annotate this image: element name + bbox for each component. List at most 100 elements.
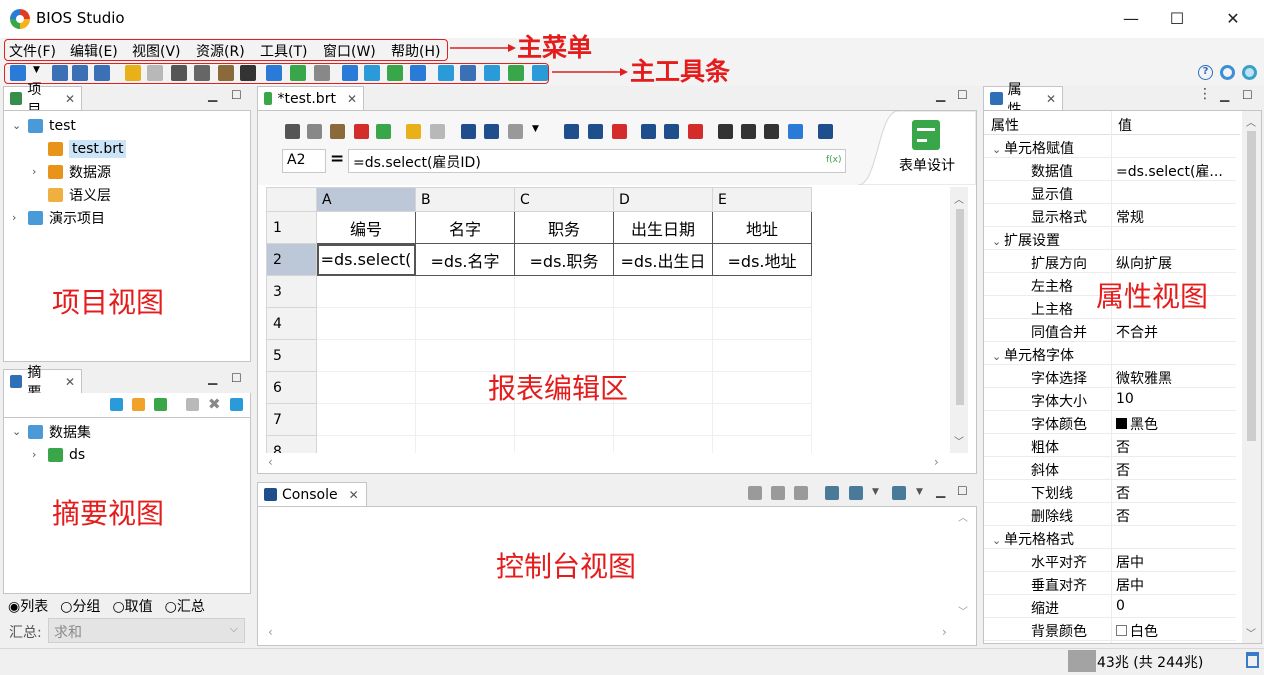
radio-value[interactable]: ○取值 — [112, 596, 152, 616]
col-right-icon[interactable] — [664, 124, 679, 139]
row-header[interactable]: 3 — [266, 275, 317, 308]
perspective-icon[interactable] — [1220, 65, 1235, 80]
border-dropdown-icon[interactable]: ▼ — [532, 124, 547, 139]
grid-cell[interactable] — [415, 403, 515, 436]
property-row[interactable]: 扩展方向 纵向扩展 — [984, 250, 1236, 273]
chevron-right-icon[interactable]: › — [942, 625, 947, 639]
tree-item[interactable]: test.brt — [4, 137, 250, 160]
chevron-up-icon[interactable]: ︿ — [954, 191, 964, 206]
grid-cell[interactable] — [415, 275, 515, 308]
tab-properties[interactable]: 属性 ✕ — [983, 82, 1063, 118]
chevron-left-icon[interactable]: ‹ — [268, 625, 273, 639]
grid-cell[interactable] — [514, 275, 614, 308]
aggregate-select[interactable]: 求和 ⌵ — [48, 618, 245, 643]
edit-icon[interactable] — [186, 398, 199, 411]
chevron-down-icon[interactable]: ⌄ — [12, 119, 24, 132]
grid-cell[interactable]: 职务 — [514, 211, 614, 244]
copy-icon[interactable] — [307, 124, 322, 139]
cell-ref-box[interactable]: A2 — [282, 149, 326, 173]
column-header[interactable]: A — [316, 187, 416, 212]
property-row[interactable]: 垂直对齐 居中 — [984, 572, 1236, 595]
minimize-button[interactable]: — — [1108, 4, 1154, 32]
clear-console-icon[interactable] — [748, 486, 762, 500]
grid-cell[interactable]: 地址 — [712, 211, 812, 244]
redo-icon[interactable] — [430, 124, 445, 139]
chart-icon[interactable] — [818, 124, 833, 139]
align-left-icon[interactable] — [718, 124, 733, 139]
minimize-icon[interactable]: ▁ — [936, 484, 945, 498]
chevron-right-icon[interactable]: › — [12, 211, 24, 224]
refresh-icon[interactable] — [230, 398, 243, 411]
row-header[interactable]: 1 — [266, 211, 317, 244]
tree-item[interactable]: 语义层 — [4, 183, 250, 206]
property-group[interactable]: ⌄ 单元格格式 — [984, 526, 1236, 549]
grid-cell[interactable] — [415, 435, 515, 453]
close-icon[interactable]: ✕ — [1046, 92, 1056, 106]
property-group[interactable]: ⌄ 单元格赋值 — [984, 135, 1236, 158]
scroll-lock-icon[interactable] — [771, 486, 785, 500]
pin-console-icon[interactable] — [825, 486, 839, 500]
cut-icon[interactable] — [285, 124, 300, 139]
open-console-icon[interactable] — [892, 486, 906, 500]
grid-cell[interactable] — [613, 275, 713, 308]
property-row[interactable]: 显示格式 常规 — [984, 204, 1236, 227]
close-icon[interactable]: ✕ — [347, 92, 357, 106]
close-icon[interactable]: ✕ — [65, 375, 75, 389]
grid-cell[interactable]: =ds.出生日 — [613, 243, 713, 276]
grid-cell[interactable] — [712, 435, 812, 453]
align-center-icon[interactable] — [741, 124, 756, 139]
maximize-icon[interactable]: ☐ — [231, 371, 242, 385]
chevron-down-icon[interactable]: ﹀ — [954, 433, 964, 448]
maximize-icon[interactable]: ☐ — [957, 484, 968, 498]
tab-editor[interactable]: *test.brt ✕ — [257, 86, 364, 110]
grid-cell[interactable] — [613, 307, 713, 340]
grid-cell[interactable] — [712, 307, 812, 340]
open-dropdown-icon[interactable]: ▼ — [916, 487, 923, 497]
display-console-icon[interactable] — [849, 486, 863, 500]
column-header[interactable]: C — [514, 187, 614, 212]
grid-cell[interactable] — [613, 339, 713, 372]
tree-item[interactable]: › 演示项目 — [4, 206, 250, 229]
property-row[interactable]: 同值合并 不合并 — [984, 319, 1236, 342]
maximize-icon[interactable]: ☐ — [1242, 88, 1253, 102]
grid-cell[interactable] — [712, 275, 812, 308]
minimize-icon[interactable]: ▁ — [208, 88, 217, 102]
property-group[interactable]: ⌄ 扩展设置 — [984, 227, 1236, 250]
chevron-down-icon[interactable]: ﹀ — [958, 603, 968, 618]
scroll-thumb[interactable] — [956, 209, 964, 405]
grid-cell[interactable] — [613, 371, 713, 404]
undo-icon[interactable] — [406, 124, 421, 139]
row-header[interactable]: 2 — [266, 243, 317, 276]
delete-icon[interactable]: ✖ — [208, 395, 221, 413]
grid-cell[interactable] — [613, 435, 713, 453]
align-right-icon[interactable] — [764, 124, 779, 139]
border-icon[interactable] — [508, 124, 523, 139]
tab-project[interactable]: 项目 ✕ — [3, 82, 82, 118]
grid-cell[interactable] — [316, 339, 416, 372]
property-row[interactable]: 字体大小 10 — [984, 388, 1236, 411]
clear-icon[interactable] — [376, 124, 391, 139]
minimize-icon[interactable]: ▁ — [208, 371, 217, 385]
chevron-right-icon[interactable]: › — [32, 165, 44, 178]
help-icon[interactable]: ? — [1198, 65, 1213, 80]
row-above-icon[interactable] — [564, 124, 579, 139]
chevron-up-icon[interactable]: ︿ — [1246, 114, 1256, 129]
chevron-down-icon[interactable]: ⌄ — [12, 425, 24, 438]
grid-cell[interactable] — [613, 403, 713, 436]
column-header[interactable]: E — [712, 187, 812, 212]
delete-row-icon[interactable] — [612, 124, 627, 139]
chevron-right-icon[interactable]: › — [32, 448, 44, 461]
row-header[interactable]: 8 — [266, 435, 317, 453]
grid-cell[interactable] — [415, 307, 515, 340]
chevron-right-icon[interactable]: › — [934, 455, 939, 469]
minimize-icon[interactable]: ▁ — [1220, 88, 1229, 102]
grid-cell[interactable] — [316, 275, 416, 308]
property-row[interactable]: 缩进 0 — [984, 595, 1236, 618]
property-row[interactable]: 下划线 否 — [984, 480, 1236, 503]
maximize-icon[interactable]: ☐ — [957, 88, 968, 102]
property-row[interactable]: 显示值 — [984, 181, 1236, 204]
tree-item[interactable]: › 数据源 — [4, 160, 250, 183]
close-icon[interactable]: ✕ — [349, 488, 359, 502]
maximize-icon[interactable]: ☐ — [231, 88, 242, 102]
radio-list[interactable]: ◉列表 — [8, 596, 48, 616]
